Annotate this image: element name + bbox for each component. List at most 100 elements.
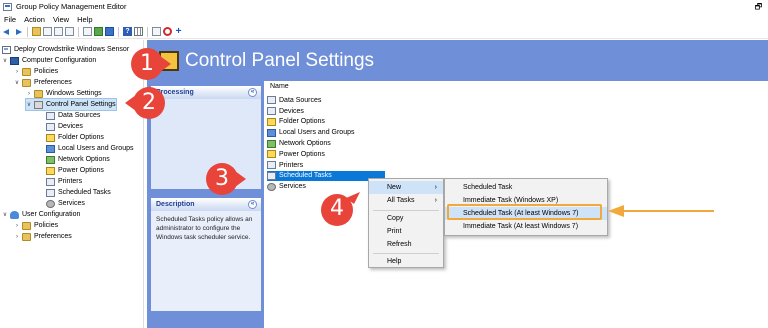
tree-label: User Configuration <box>22 211 81 218</box>
tree-label: Preferences <box>34 79 72 86</box>
tree-data-sources[interactable]: Data Sources <box>46 110 100 121</box>
tree-label: Windows Settings <box>46 90 102 97</box>
submenu-scheduled-task[interactable]: Scheduled Task <box>445 181 607 194</box>
page-header: Control Panel Settings <box>147 40 768 81</box>
list-item[interactable]: Local Users and Groups <box>267 127 354 138</box>
scheduled-task-icon <box>46 188 55 197</box>
chevron-down-icon[interactable]: ∨ <box>26 101 32 108</box>
context-menu-new[interactable]: New › <box>369 181 443 194</box>
tree-label: Policies <box>34 222 59 229</box>
chevron-down-icon[interactable]: ∨ <box>2 57 8 64</box>
list-item[interactable]: Network Options <box>267 138 331 149</box>
paste-icon[interactable] <box>65 27 74 36</box>
tree-label: Power Options <box>58 167 104 174</box>
tree-label: Local Users and Groups <box>58 145 134 152</box>
tree-label: Devices <box>58 123 83 130</box>
description-header[interactable]: Description « <box>151 198 261 211</box>
tree-computer-configuration[interactable]: ∨ Computer Configuration <box>2 55 96 66</box>
chevron-down-icon[interactable]: ∨ <box>2 211 8 218</box>
add-icon[interactable]: + <box>174 27 183 37</box>
copy-icon[interactable] <box>54 27 63 36</box>
submenu-immediate-task-win7[interactable]: Immediate Task (At least Windows 7) <box>445 220 607 233</box>
context-menu-print[interactable]: Print <box>369 225 443 238</box>
list-item[interactable]: Data Sources <box>267 95 321 106</box>
tree-printers[interactable]: Printers <box>46 176 82 187</box>
toolbar-separator <box>27 26 28 37</box>
data-sources-icon <box>267 96 276 105</box>
chevron-right-icon[interactable]: › <box>14 223 20 229</box>
menu-help[interactable]: Help <box>73 15 96 24</box>
processing-header[interactable]: Processing « <box>151 86 261 99</box>
tree-local-users-groups[interactable]: Local Users and Groups <box>46 143 133 154</box>
back-arrow-icon[interactable] <box>3 27 12 36</box>
block-icon[interactable] <box>163 27 172 36</box>
up-folder-icon[interactable] <box>32 27 41 36</box>
users-icon <box>267 128 276 137</box>
collapse-icon[interactable]: « <box>248 200 257 209</box>
menu-separator <box>373 253 439 254</box>
description-label: Description <box>156 201 195 208</box>
print-icon[interactable] <box>83 27 92 36</box>
context-menu-copy[interactable]: Copy <box>369 212 443 225</box>
tree-user-policies[interactable]: › Policies <box>14 220 58 231</box>
help-icon[interactable]: ? <box>123 27 132 36</box>
gear-icon <box>46 199 55 208</box>
tree-devices[interactable]: Devices <box>46 121 83 132</box>
properties-icon[interactable] <box>152 27 161 36</box>
context-menu-help[interactable]: Help <box>369 255 443 268</box>
menu-view[interactable]: View <box>49 15 73 24</box>
tree-services[interactable]: Services <box>46 198 85 209</box>
tree-folder-options[interactable]: Folder Options <box>46 132 104 143</box>
tree-scheduled-tasks[interactable]: Scheduled Tasks <box>46 187 111 198</box>
power-icon <box>46 166 55 175</box>
restore-window-icon[interactable]: 🗗 <box>754 2 763 11</box>
context-menu-all-tasks[interactable]: All Tasks › <box>369 194 443 207</box>
column-header-name[interactable]: Name <box>264 81 404 93</box>
page-title: Control Panel Settings <box>185 50 375 71</box>
tree-root[interactable]: Deploy Crowdstrike Windows Sensor <box>2 44 129 55</box>
tree-preferences[interactable]: ∨ Preferences <box>14 77 72 88</box>
refresh-icon[interactable] <box>94 27 103 36</box>
highlight-box <box>447 204 602 220</box>
tree-control-panel-settings[interactable]: ∨ Control Panel Settings <box>25 98 117 111</box>
printer-icon <box>267 161 276 170</box>
tree-label: Policies <box>34 68 59 75</box>
export-icon[interactable] <box>105 27 114 36</box>
list-item[interactable]: Printers <box>267 160 303 171</box>
devices-icon <box>267 107 276 116</box>
doc-icon[interactable] <box>43 27 52 36</box>
folder-options-icon <box>267 117 276 126</box>
computer-icon <box>10 56 19 65</box>
view-icon[interactable] <box>134 27 143 36</box>
chevron-down-icon[interactable]: ∨ <box>14 79 20 86</box>
tree-user-configuration[interactable]: ∨ User Configuration <box>2 209 80 220</box>
network-icon <box>46 155 55 164</box>
context-menu-refresh[interactable]: Refresh <box>369 238 443 251</box>
list-item[interactable]: Devices <box>267 106 304 117</box>
list-item[interactable]: Services <box>267 181 306 192</box>
console-tree: Deploy Crowdstrike Windows Sensor ∨ Comp… <box>0 40 144 328</box>
users-icon <box>46 144 55 153</box>
tree-policies[interactable]: › Policies <box>14 66 58 77</box>
submenu-arrow-icon: › <box>434 197 437 204</box>
tree-label: Printers <box>58 178 83 185</box>
toolbar: ? + <box>0 25 768 39</box>
list-item[interactable]: Folder Options <box>267 117 325 128</box>
tree-windows-settings[interactable]: › Windows Settings <box>26 88 102 99</box>
tree-label: Scheduled Tasks <box>58 189 111 196</box>
collapse-icon[interactable]: « <box>248 88 257 97</box>
menu-file[interactable]: File <box>0 15 20 24</box>
orange-arrow-icon <box>608 205 714 217</box>
tree-label: Network Options <box>58 156 110 163</box>
chevron-right-icon[interactable]: › <box>26 91 32 97</box>
chevron-right-icon[interactable]: › <box>14 69 20 75</box>
tree-network-options[interactable]: Network Options <box>46 154 110 165</box>
scheduled-task-icon <box>267 171 276 180</box>
menu-action[interactable]: Action <box>20 15 49 24</box>
tree-user-preferences[interactable]: › Preferences <box>14 231 72 242</box>
list-item[interactable]: Power Options <box>267 149 325 160</box>
tree-power-options[interactable]: Power Options <box>46 165 104 176</box>
forward-arrow-icon[interactable] <box>14 27 23 36</box>
chevron-right-icon[interactable]: › <box>14 234 20 240</box>
tree-label: Services <box>58 200 85 207</box>
